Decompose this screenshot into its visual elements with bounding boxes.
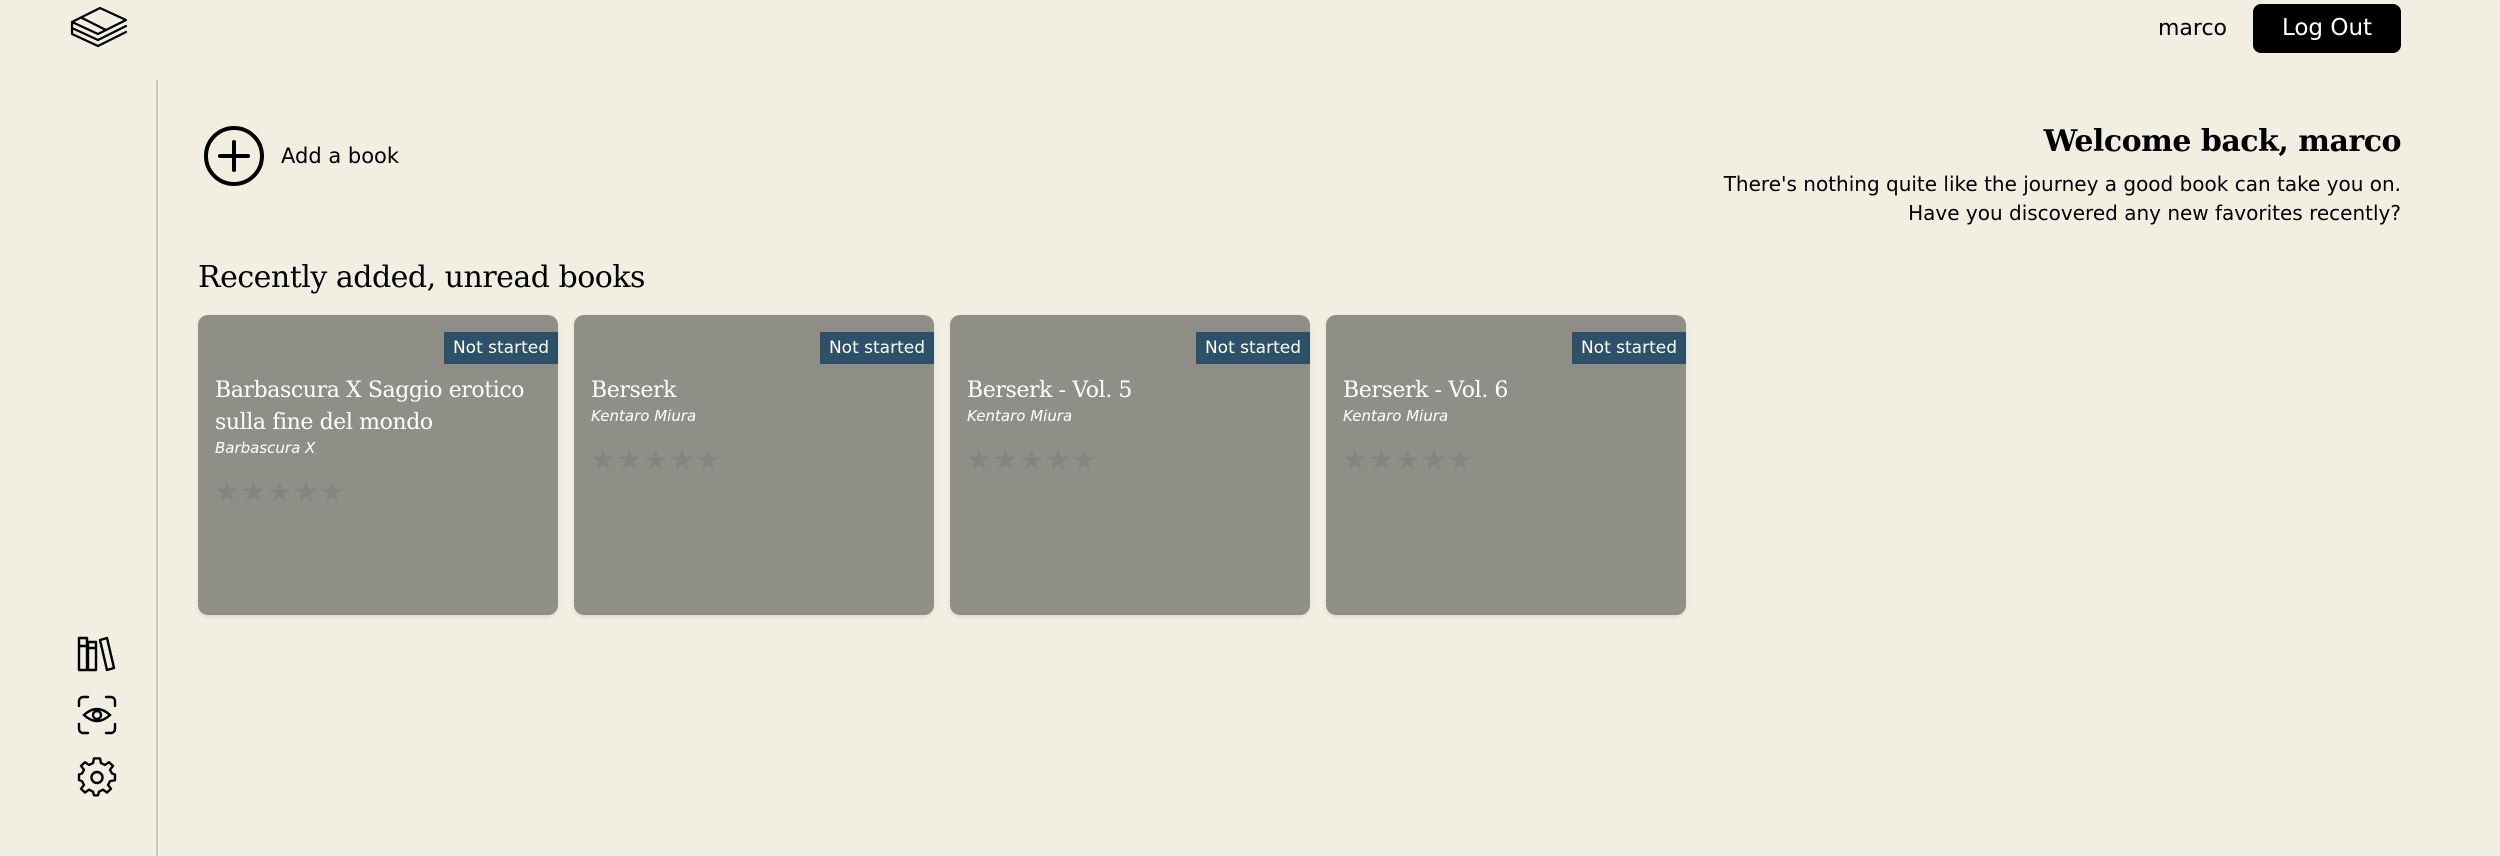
books-stack-logo-icon[interactable] bbox=[66, 2, 130, 50]
eye-scan-icon[interactable] bbox=[76, 694, 118, 736]
star-icon[interactable]: ★ bbox=[241, 479, 265, 506]
book-author: Kentaro Miura bbox=[1343, 407, 1449, 425]
star-rating[interactable]: ★ ★ ★ ★ ★ bbox=[215, 479, 541, 506]
star-icon[interactable]: ★ bbox=[1019, 447, 1043, 474]
star-icon[interactable]: ★ bbox=[670, 447, 694, 474]
star-icon[interactable]: ★ bbox=[696, 447, 720, 474]
book-title: Berserk - Vol. 6 bbox=[1343, 378, 1509, 403]
star-icon[interactable]: ★ bbox=[967, 447, 991, 474]
star-icon[interactable]: ★ bbox=[591, 447, 615, 474]
book-card[interactable]: Not started Berserk - Vol. 5 Kentaro Miu… bbox=[950, 315, 1310, 615]
star-icon[interactable]: ★ bbox=[1369, 447, 1393, 474]
star-icon[interactable]: ★ bbox=[1395, 447, 1419, 474]
book-author: Kentaro Miura bbox=[967, 407, 1073, 425]
star-icon[interactable]: ★ bbox=[267, 479, 291, 506]
star-icon[interactable]: ★ bbox=[617, 447, 641, 474]
star-rating[interactable]: ★ ★ ★ ★ ★ bbox=[967, 447, 1293, 474]
welcome-panel: Welcome back, marco There's nothing quit… bbox=[1681, 120, 2402, 228]
star-icon[interactable]: ★ bbox=[215, 479, 239, 506]
sidebar-divider bbox=[156, 80, 158, 856]
book-title: Berserk - Vol. 5 bbox=[967, 378, 1133, 403]
book-card[interactable]: Not started Barbascura X Saggio erotico … bbox=[198, 315, 558, 615]
star-icon[interactable]: ★ bbox=[1422, 447, 1446, 474]
welcome-title: Welcome back, marco bbox=[2043, 124, 2402, 159]
username-label: marco bbox=[2157, 16, 2227, 41]
book-author: Barbascura X bbox=[215, 439, 316, 457]
status-badge: Not started bbox=[443, 332, 558, 364]
logout-button[interactable]: Log Out bbox=[2253, 4, 2401, 53]
book-title: Barbascura X Saggio erotico sulla fine d… bbox=[215, 378, 525, 435]
status-badge: Not started bbox=[1571, 332, 1686, 364]
book-title: Berserk bbox=[591, 378, 677, 403]
add-book-label: Add a book bbox=[281, 144, 400, 168]
star-rating[interactable]: ★ ★ ★ ★ ★ bbox=[1343, 447, 1669, 474]
star-icon[interactable]: ★ bbox=[320, 479, 344, 506]
plus-circle-icon[interactable] bbox=[203, 125, 265, 187]
top-bar: marco Log Out bbox=[0, 0, 2500, 60]
library-icon[interactable] bbox=[76, 632, 118, 674]
section-title: Recently added, unread books bbox=[198, 260, 645, 295]
book-card[interactable]: Not started Berserk Kentaro Miura ★ ★ ★ … bbox=[574, 315, 934, 615]
book-card[interactable]: Not started Berserk - Vol. 6 Kentaro Miu… bbox=[1326, 315, 1686, 615]
add-book-button[interactable]: Add a book bbox=[203, 125, 399, 187]
status-badge: Not started bbox=[819, 332, 934, 364]
book-card-list: Not started Barbascura X Saggio erotico … bbox=[198, 315, 1686, 615]
star-icon[interactable]: ★ bbox=[1046, 447, 1070, 474]
book-author: Kentaro Miura bbox=[591, 407, 697, 425]
star-icon[interactable]: ★ bbox=[1448, 447, 1472, 474]
star-icon[interactable]: ★ bbox=[294, 479, 318, 506]
welcome-text: There's nothing quite like the journey a… bbox=[1723, 172, 2401, 225]
star-icon[interactable]: ★ bbox=[643, 447, 667, 474]
star-icon[interactable]: ★ bbox=[1343, 447, 1367, 474]
star-icon[interactable]: ★ bbox=[1072, 447, 1096, 474]
star-icon[interactable]: ★ bbox=[993, 447, 1017, 474]
gear-icon[interactable] bbox=[76, 757, 118, 799]
status-badge: Not started bbox=[1195, 332, 1310, 364]
star-rating[interactable]: ★ ★ ★ ★ ★ bbox=[591, 447, 917, 474]
